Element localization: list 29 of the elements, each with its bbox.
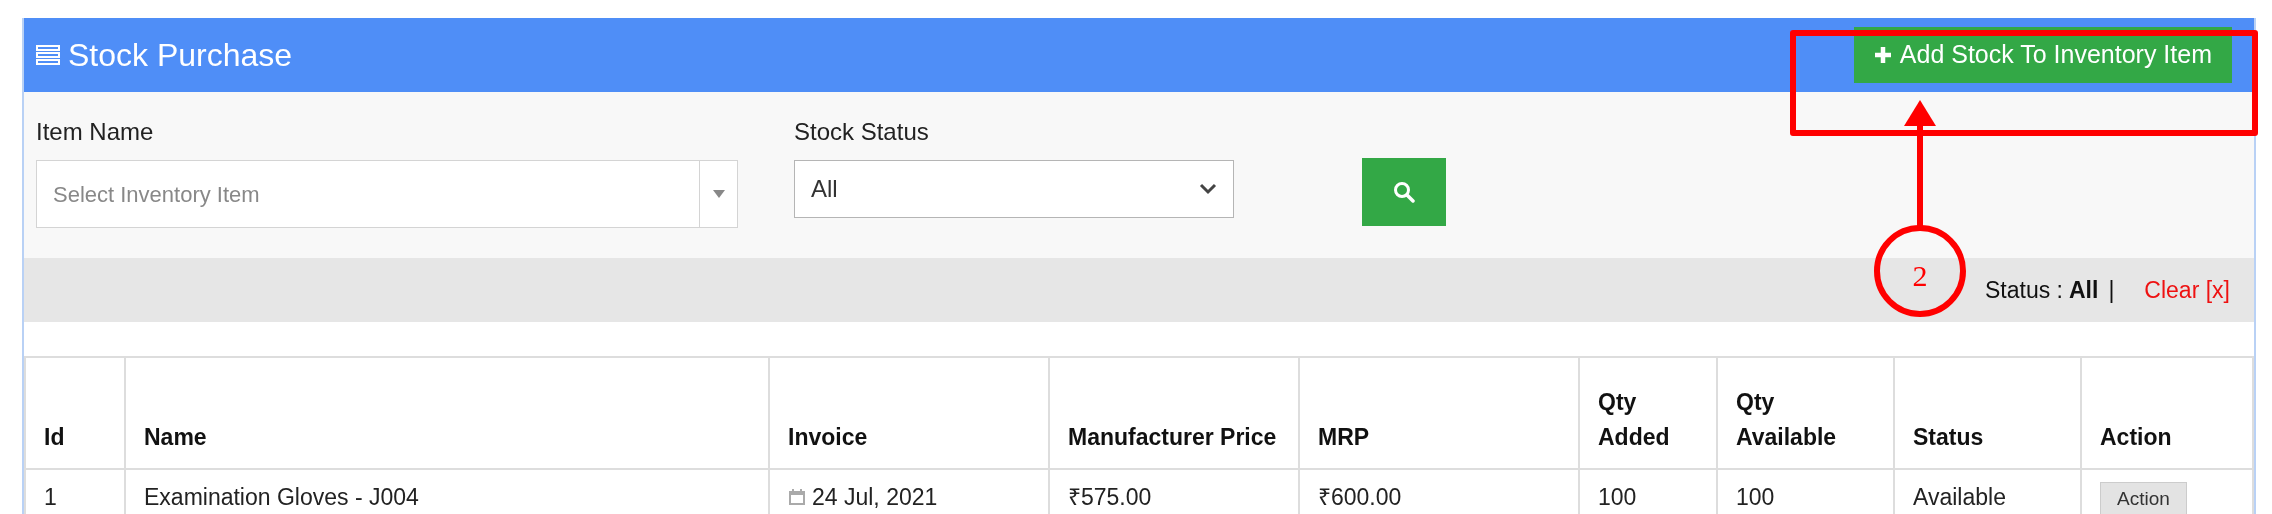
- column-header: Qty Available: [1717, 357, 1894, 469]
- server-icon: [36, 45, 60, 65]
- separator: |: [2108, 275, 2115, 305]
- annotation-number: 2: [1912, 257, 1928, 294]
- plus-icon: [1873, 46, 1892, 64]
- column-header: Status: [1894, 357, 2081, 469]
- chevron-down-icon: [1199, 183, 1217, 195]
- table-cell-text: 24 Jul, 2021: [812, 483, 938, 512]
- status-value: All: [2069, 275, 2099, 305]
- panel-title: Stock Purchase: [68, 36, 293, 75]
- calendar-icon: [788, 488, 806, 507]
- column-header: Manufacturer Price: [1049, 357, 1299, 469]
- item-select-field[interactable]: Select Inventory Item: [36, 160, 738, 228]
- column-header: MRP: [1299, 357, 1579, 469]
- action-button[interactable]: Action: [2100, 482, 2187, 514]
- column-header: Name: [125, 357, 769, 469]
- search-button[interactable]: [1362, 158, 1446, 226]
- dropdown-arrow-icon: [712, 190, 725, 198]
- clear-link[interactable]: Clear [x]: [2144, 272, 2230, 308]
- column-header: Id: [25, 357, 125, 469]
- column-header: Qty Added: [1579, 357, 1717, 469]
- search-icon: [1393, 181, 1415, 203]
- status-label: Status :: [1985, 275, 2063, 305]
- item-name-label: Item Name: [36, 117, 155, 147]
- column-header: Invoice: [769, 357, 1049, 469]
- stock-status-label: Stock Status: [794, 117, 930, 147]
- stock-status-select[interactable]: All: [794, 160, 1234, 218]
- column-header: Action: [2081, 357, 2253, 469]
- table-cell: 1: [25, 469, 125, 514]
